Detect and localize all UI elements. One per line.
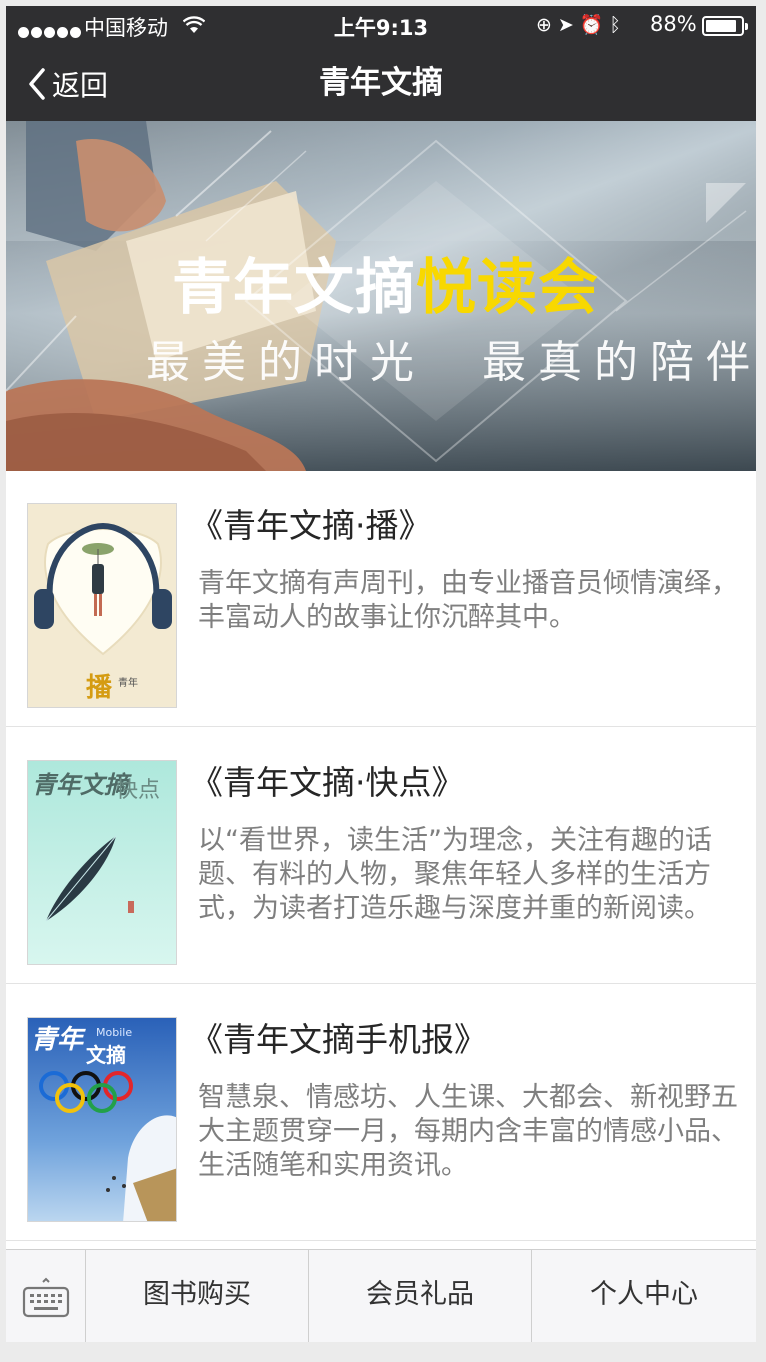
page-title: 青年文摘: [319, 65, 443, 101]
olympic-rings-cover-icon: 青年 文摘 Mobile: [28, 1018, 176, 1221]
battery-icon: [702, 16, 748, 36]
banner-subtitle: 最美的时光 最真的陪伴: [146, 337, 756, 388]
status-icons: ⊕➤⏰ᛒ: [536, 13, 627, 36]
cover-image: 青年文摘 快点: [27, 760, 177, 965]
item-description: 智慧泉、情感坊、人生课、大都会、新视野五大主题贯穿一月，每期内含丰富的情感小品、…: [198, 1082, 738, 1181]
battery-fill: [706, 20, 736, 32]
status-bar: 中国移动 上午9:13 ⊕➤⏰ᛒ 88%: [6, 6, 756, 46]
banner-title: 青年文摘悦读会: [172, 239, 599, 326]
keyboard-toggle-button[interactable]: [6, 1250, 86, 1342]
item-title: 《青年文摘·快点》: [190, 763, 465, 802]
item-title: 《青年文摘手机报》: [190, 1020, 487, 1059]
bluetooth-icon: ᛒ: [609, 14, 627, 36]
navigation-bar: 返回 青年文摘: [6, 46, 756, 121]
tab-member-gifts[interactable]: 会员礼品: [309, 1250, 532, 1342]
battery-percent: 88%: [650, 12, 697, 36]
alarm-icon: ⏰: [579, 14, 610, 36]
tab-book-purchase[interactable]: 图书购买: [86, 1250, 309, 1342]
tab-personal-center[interactable]: 个人中心: [532, 1250, 756, 1342]
back-button[interactable]: 返回: [28, 64, 108, 104]
keyboard-icon: [22, 1277, 69, 1317]
banner[interactable]: 青年文摘悦读会 最美的时光 最真的陪伴: [6, 121, 756, 471]
item-title: 《青年文摘·播》: [190, 506, 432, 545]
svg-text:文摘: 文摘: [86, 1043, 126, 1067]
bottom-menu-bar: 图书购买 会员礼品 个人中心: [6, 1249, 756, 1342]
banner-title-main: 青年文摘: [172, 253, 416, 323]
headphones-girl-cover-icon: 播 青年: [28, 504, 176, 707]
location-icon: ➤: [557, 14, 580, 36]
cover-image: 播 青年: [27, 503, 177, 708]
app-screen: 中国移动 上午9:13 ⊕➤⏰ᛒ 88% 返回 青年文摘 青年文摘悦读会 最美的…: [6, 6, 756, 1342]
svg-text:快点: 快点: [116, 778, 160, 803]
list-item[interactable]: 青年 文摘 Mobile 《青年文摘手机报》 智慧泉、情感坊、人生课、大都会、新…: [6, 985, 756, 1241]
item-description: 青年文摘有声周刊，由专业播音员倾情演绎，丰富动人的故事让你沉醉其中。: [198, 568, 738, 633]
cover-image: 青年 文摘 Mobile: [27, 1017, 177, 1222]
svg-text:青年: 青年: [31, 1025, 86, 1055]
svg-text:青年: 青年: [118, 676, 138, 689]
chevron-left-icon: [29, 68, 45, 100]
item-description: 以“看世界，读生活”为理念，关注有趣的话题、有料的人物，聚焦年轻人多样的生活方式…: [198, 825, 712, 924]
svg-text:Mobile: Mobile: [96, 1026, 132, 1039]
list-item[interactable]: 播 青年 《青年文摘·播》 青年文摘有声周刊，由专业播音员倾情演绎，丰富动人的故…: [6, 471, 756, 727]
svg-text:播: 播: [86, 673, 113, 703]
list-item[interactable]: 青年文摘 快点 《青年文摘·快点》 以“看世界，读生活”为理念，关注有趣的话题、…: [6, 728, 756, 984]
orientation-lock-icon: ⊕: [536, 14, 558, 36]
banner-title-highlight: 悦读会: [416, 253, 599, 323]
back-label: 返回: [52, 69, 109, 102]
status-time: 上午9:13: [333, 16, 429, 40]
feather-cover-icon: 青年文摘 快点: [28, 761, 176, 964]
